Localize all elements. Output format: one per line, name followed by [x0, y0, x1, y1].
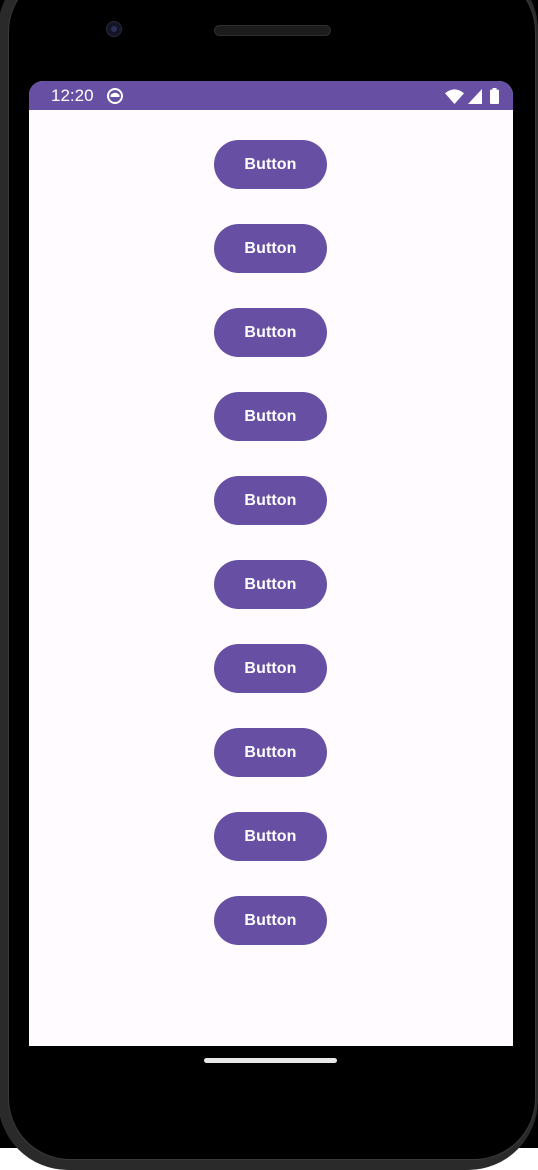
list-item: Button: [29, 392, 513, 476]
list-item: Button: [29, 728, 513, 812]
device-screen: 12:20 Button Button Button Button Button…: [29, 81, 513, 1046]
list-item: Button: [29, 644, 513, 728]
home-handle[interactable]: [204, 1058, 337, 1063]
gesture-navigation-bar: [29, 1046, 513, 1080]
button-7[interactable]: Button: [214, 644, 327, 693]
button-1[interactable]: Button: [214, 140, 327, 189]
main-content: Button Button Button Button Button Butto…: [29, 110, 513, 1046]
list-item: Button: [29, 140, 513, 224]
front-camera-icon: [106, 21, 122, 37]
list-item: Button: [29, 224, 513, 308]
button-5[interactable]: Button: [214, 476, 327, 525]
list-item: Button: [29, 560, 513, 644]
wifi-icon: [445, 88, 464, 104]
button-8[interactable]: Button: [214, 728, 327, 777]
button-6[interactable]: Button: [214, 560, 327, 609]
button-9[interactable]: Button: [214, 812, 327, 861]
cellular-signal-icon: [468, 88, 482, 104]
device-frame: 12:20 Button Button Button Button Button…: [0, 0, 538, 1170]
button-10[interactable]: Button: [214, 896, 327, 945]
button-2[interactable]: Button: [214, 224, 327, 273]
list-item: Button: [29, 308, 513, 392]
button-4[interactable]: Button: [214, 392, 327, 441]
list-item: Button: [29, 812, 513, 896]
earpiece-speaker: [214, 25, 331, 36]
list-item: Button: [29, 896, 513, 980]
status-indicators: [445, 87, 499, 105]
button-3[interactable]: Button: [214, 308, 327, 357]
battery-icon: [490, 88, 499, 104]
list-item: Button: [29, 476, 513, 560]
status-bar: 12:20: [29, 81, 513, 110]
status-time: 12:20: [51, 86, 94, 105]
button-list: Button Button Button Button Button Butto…: [29, 140, 513, 980]
app-notification-icon: [107, 88, 123, 104]
